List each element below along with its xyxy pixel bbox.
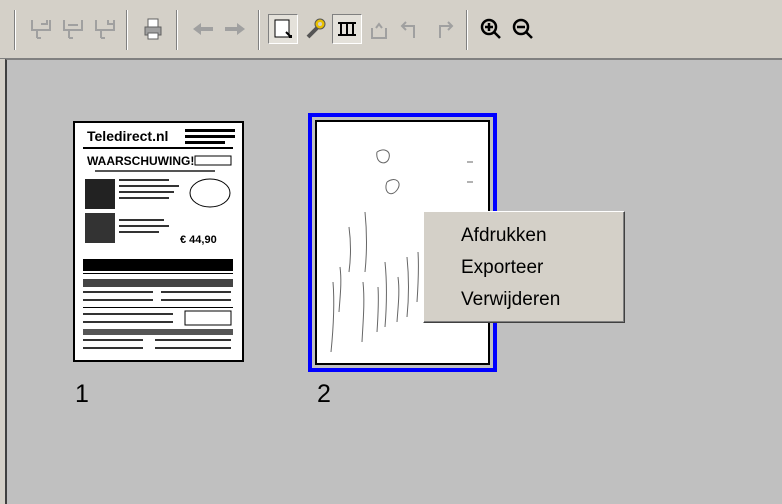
scan-append-icon[interactable] bbox=[90, 14, 120, 44]
page-1-price: € 44,90 bbox=[180, 234, 217, 246]
arrow-right-icon[interactable] bbox=[220, 14, 250, 44]
print-icon[interactable] bbox=[138, 14, 168, 44]
zoom-out-icon[interactable] bbox=[508, 14, 538, 44]
toolbar-separator bbox=[466, 10, 468, 50]
toolbar-separator bbox=[176, 10, 178, 50]
toolbar-separator bbox=[258, 10, 260, 50]
page-1-header: Teledirect.nl bbox=[87, 128, 168, 144]
grid-view-icon[interactable] bbox=[332, 14, 362, 44]
thumbnail-view-icon[interactable] bbox=[268, 14, 298, 44]
rotate-left-icon[interactable] bbox=[396, 14, 426, 44]
page-thumbnail[interactable]: Teledirect.nl WAARSCHUWING! € 44,90 bbox=[73, 121, 244, 362]
rotate-icon[interactable] bbox=[364, 14, 394, 44]
zoom-in-icon[interactable] bbox=[476, 14, 506, 44]
page-1-warning: WAARSCHUWING! bbox=[87, 154, 194, 168]
toolbar-separator bbox=[126, 10, 128, 50]
page-number-label: 1 bbox=[75, 380, 89, 408]
toolbar bbox=[0, 0, 782, 59]
page-thumbnail-area[interactable]: Teledirect.nl WAARSCHUWING! € 44,90 1 2 bbox=[5, 59, 782, 504]
menu-item-print[interactable]: Afdrukken bbox=[424, 220, 624, 252]
scan-insert-icon[interactable] bbox=[26, 14, 56, 44]
toolbar-separator bbox=[14, 10, 16, 50]
rotate-right-icon[interactable] bbox=[428, 14, 458, 44]
page-number-label: 2 bbox=[317, 380, 331, 408]
context-menu: Afdrukken Exporteer Verwijderen bbox=[423, 211, 625, 323]
menu-item-delete[interactable]: Verwijderen bbox=[424, 284, 624, 316]
scan-replace-icon[interactable] bbox=[58, 14, 88, 44]
page-1-preview: Teledirect.nl WAARSCHUWING! € 44,90 bbox=[83, 128, 235, 349]
menu-item-export[interactable]: Exporteer bbox=[424, 252, 624, 284]
arrow-left-icon[interactable] bbox=[188, 14, 218, 44]
settings-wrench-icon[interactable] bbox=[300, 14, 330, 44]
